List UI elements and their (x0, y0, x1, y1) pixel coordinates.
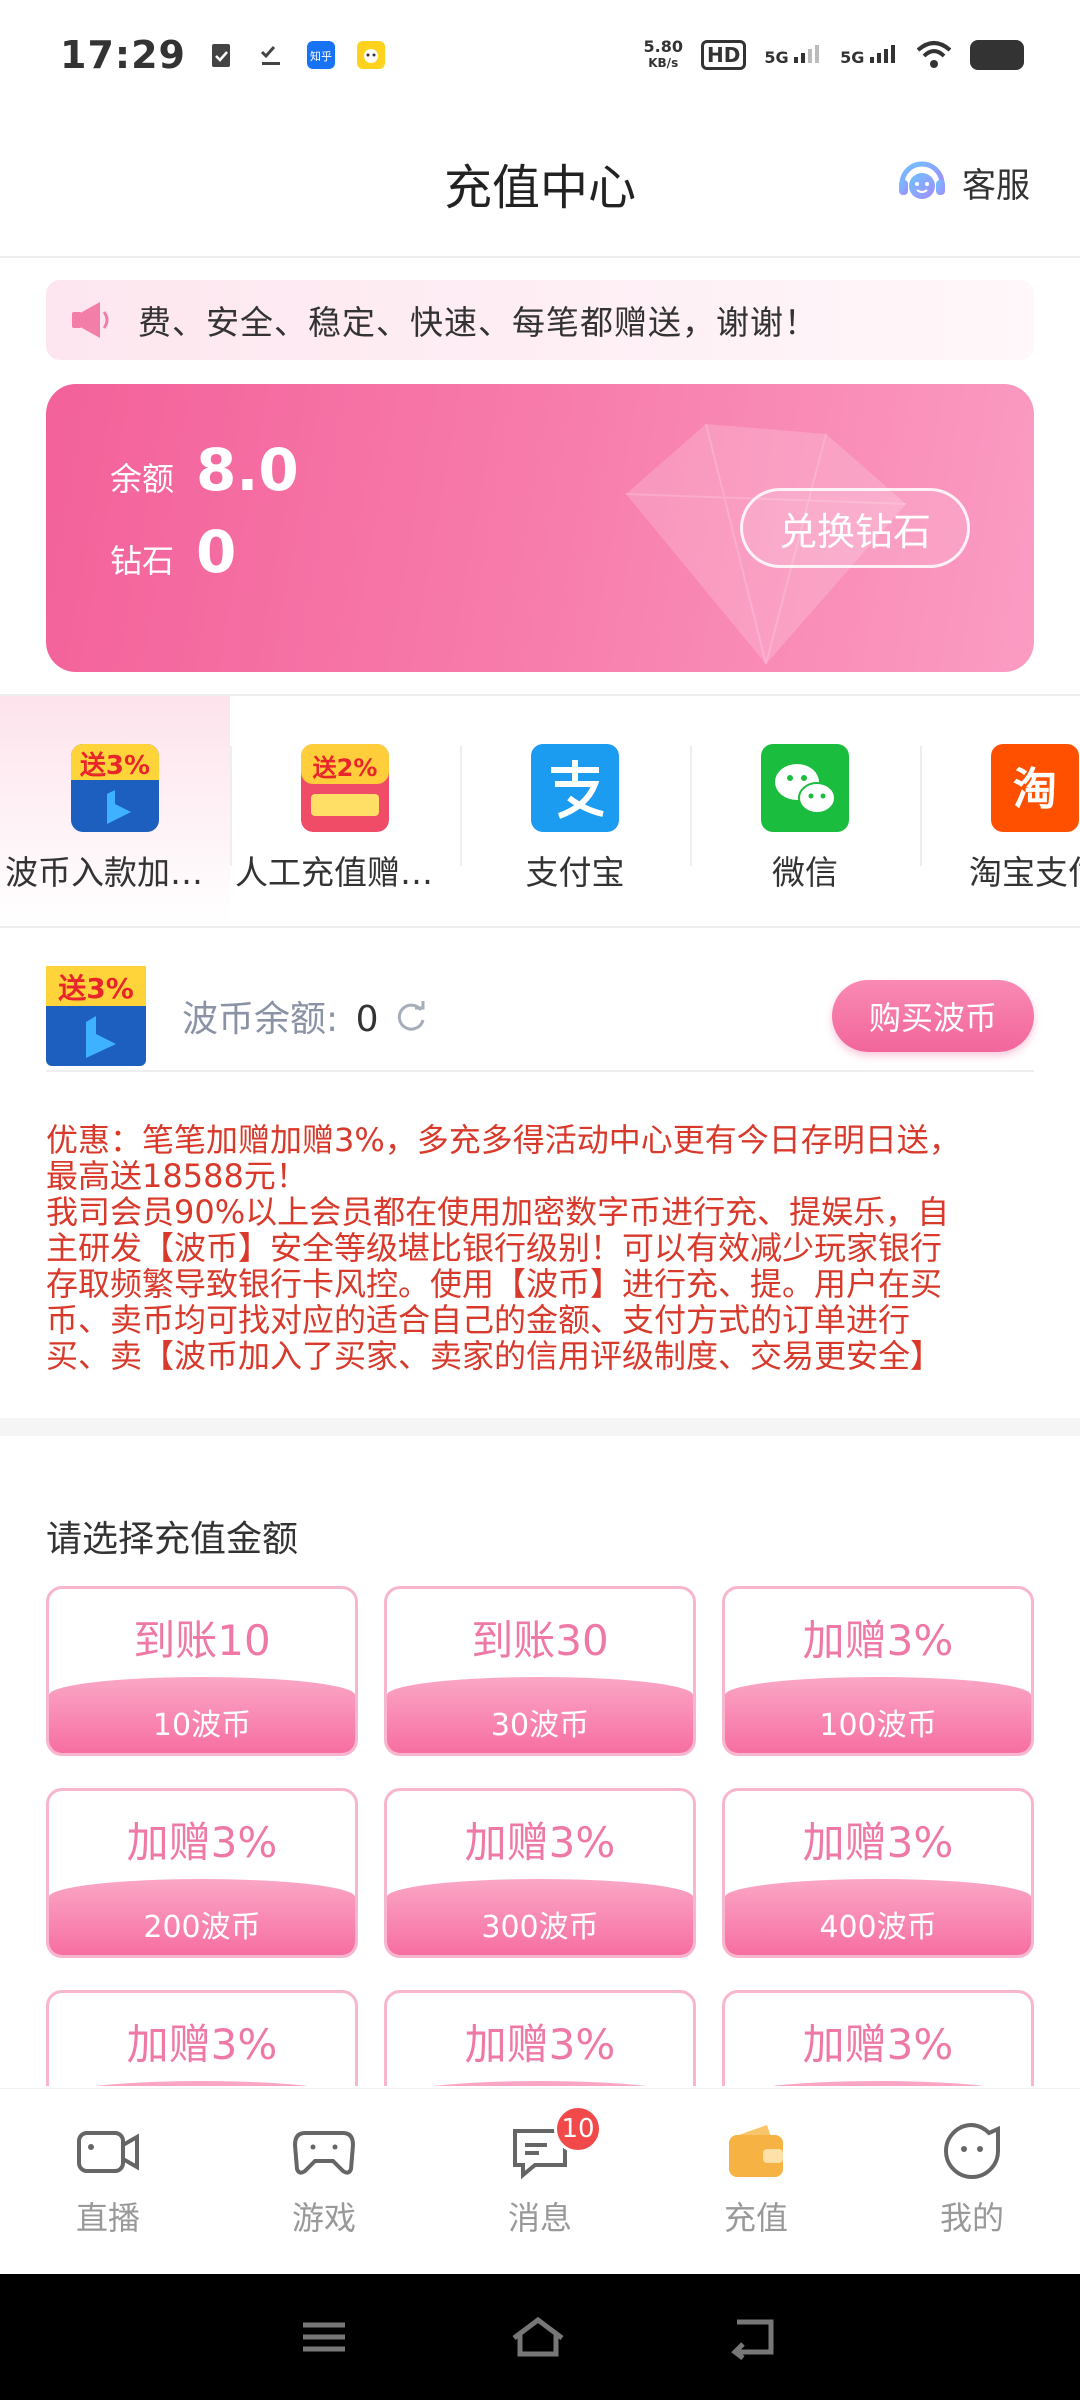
payment-method-label: 微信 (772, 853, 838, 892)
amount-option[interactable]: 加赠3% 400波币 (722, 1788, 1034, 1958)
live-camera-icon (77, 2131, 139, 2173)
back-icon[interactable] (727, 2314, 781, 2360)
notice-text: 费、安全、稳定、快速、每笔都赠送，谢谢！ (138, 303, 818, 342)
home-icon[interactable] (508, 2314, 568, 2360)
payment-method-alipay[interactable]: 支付宝 (460, 696, 690, 926)
signal-5g-icon-1: 5G (764, 43, 822, 67)
svg-text:淘: 淘 (1013, 764, 1057, 815)
wifi-icon (916, 41, 952, 68)
headset-icon (899, 161, 945, 199)
amount-section-title: 请选择充值金额 (46, 1519, 299, 1560)
tab-messages[interactable]: 10 消息 (432, 2089, 648, 2274)
payment-method-list: 送3% 波币入款加赠3% 送2% 人工充值赠送2% 支付宝 微信 (0, 694, 1080, 928)
speaker-icon (72, 302, 109, 338)
amount-option[interactable]: 加赠3% 200波币 (46, 1788, 358, 1958)
exchange-diamond-button[interactable]: 兑换钻石 (740, 488, 970, 568)
notice-marquee: 费、安全、稳定、快速、每笔都赠送，谢谢！ (46, 280, 1034, 360)
bocoin-balance-label: 波币余额: (182, 999, 339, 1040)
manual-recharge-icon: 送2% (301, 744, 389, 832)
battery-icon (970, 40, 1024, 70)
status-bar: 17:29 知乎 5.80 KB/s HD 5G 5G (0, 0, 1080, 110)
page-header: 充值中心 客服 (0, 110, 1080, 258)
svg-text:知乎: 知乎 (310, 49, 332, 63)
payment-method-label: 支付宝 (525, 853, 625, 892)
customer-service-button[interactable]: 客服 (894, 154, 1030, 210)
tab-games[interactable]: 游戏 (216, 2089, 432, 2274)
taobao-icon: 淘 (991, 744, 1079, 832)
customer-service-label: 客服 (962, 165, 1030, 206)
payment-method-label: 波币入款加赠3% (5, 853, 225, 892)
diamond-label: 钻石 (110, 542, 175, 580)
section-divider (0, 1418, 1080, 1436)
tab-profile[interactable]: 我的 (864, 2089, 1080, 2274)
amount-grid: 到账10 10波币 到账30 30波币 加赠3% 100波币 加赠3% 200波币 加赠… (46, 1586, 1034, 2086)
bocoin-promo-text: 优惠：笔笔加赠加赠3%，多充多得活动中心更有今日存明日送， 最高送18588元！… (46, 1121, 961, 1375)
hd-voice-icon: HD (700, 40, 747, 70)
amount-option[interactable]: 加赠3% 300波币 (384, 1788, 696, 1958)
bocoin-balance-row: 送3% 波币余额: 0 购买波币 (46, 962, 1034, 1072)
menu-icon[interactable] (299, 2317, 349, 2357)
diamond-row: 钻石 0 (110, 518, 236, 586)
signal-5g-icon-2: 5G (840, 43, 898, 67)
bocoin-balance: 波币余额: 0 (182, 990, 379, 1042)
refresh-icon[interactable] (393, 998, 429, 1034)
status-time: 17:29 (60, 33, 186, 77)
checklist-icon (260, 46, 280, 65)
bocoin-section: 送3% 波币余额: 0 购买波币 优惠：笔笔加赠加赠3%，多充多得活动中心更有今… (0, 950, 1080, 1420)
payment-method-manual[interactable]: 送2% 人工充值赠送2% (230, 696, 460, 926)
balance-row: 余额 8.0 (110, 436, 299, 504)
tab-recharge[interactable]: 充值 (648, 2089, 864, 2274)
balance-label: 余额 (110, 460, 175, 498)
wechat-icon (761, 744, 849, 832)
bocoin-balance-value: 0 (355, 999, 379, 1040)
buy-bocoin-button[interactable]: 购买波币 (832, 980, 1034, 1052)
diamond-value: 0 (196, 518, 237, 586)
svg-text:送2%: 送2% (313, 754, 378, 782)
bocoin-icon: 送3% (71, 744, 159, 832)
bocoin-logo-icon: 送3% (46, 966, 146, 1066)
balance-value: 8.0 (196, 436, 299, 504)
svg-text:送3%: 送3% (80, 751, 150, 781)
zhihu-app-icon: 知乎 (306, 41, 335, 69)
amount-option[interactable]: 加赠3% (722, 1990, 1034, 2086)
tab-live[interactable]: 直播 (0, 2089, 216, 2274)
payment-method-wechat[interactable]: 微信 (690, 696, 920, 926)
amount-option[interactable]: 加赠3% (384, 1990, 696, 2086)
system-navigation-bar (0, 2274, 1080, 2400)
network-speed: 5.80 KB/s (643, 37, 683, 71)
profile-face-icon (944, 2122, 1000, 2179)
amount-option[interactable]: 到账30 30波币 (384, 1586, 696, 1756)
clipboard-icon (211, 44, 230, 67)
balance-card: 余额 8.0 钻石 0 兑换钻石 (46, 384, 1034, 672)
amount-option[interactable]: 到账10 10波币 (46, 1586, 358, 1756)
unread-badge: 10 (554, 2105, 602, 2153)
payment-method-label: 人工充值赠送2% (235, 853, 455, 892)
bottom-tab-bar: 直播 游戏 10 消息 充值 我的 (0, 2088, 1080, 2274)
payment-method-bocoin[interactable]: 送3% 波币入款加赠3% (0, 696, 230, 926)
alipay-icon (531, 744, 619, 832)
page-title: 充值中心 (443, 160, 636, 216)
amount-option[interactable]: 加赠3% (46, 1990, 358, 2086)
amount-option[interactable]: 加赠3% 100波币 (722, 1586, 1034, 1756)
payment-method-label: 淘宝支付 (969, 853, 1080, 892)
gamepad-icon (292, 2131, 356, 2175)
wallet-icon (729, 2125, 783, 2177)
svg-text:送3%: 送3% (58, 972, 134, 1005)
notification-app-icon (356, 41, 385, 69)
payment-method-taobao[interactable]: 淘 淘宝支付 (920, 696, 1080, 926)
